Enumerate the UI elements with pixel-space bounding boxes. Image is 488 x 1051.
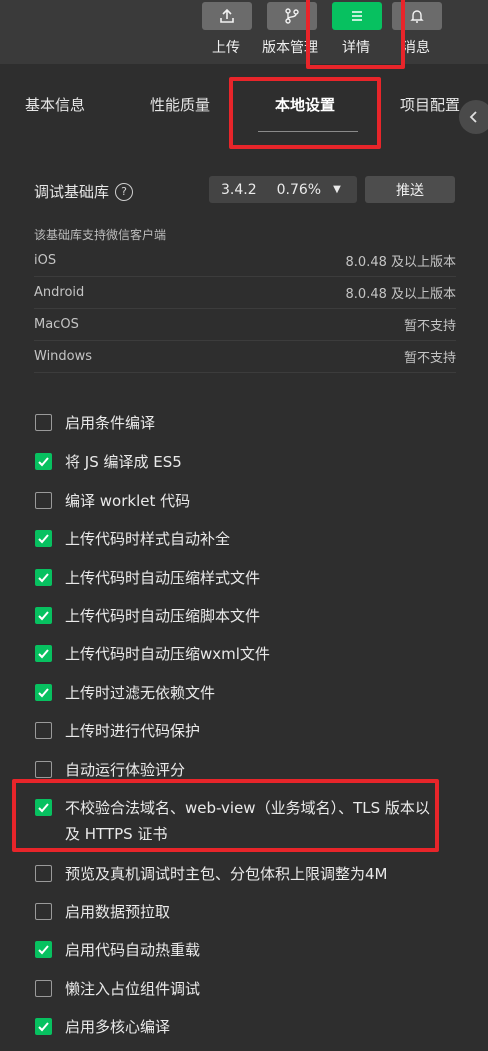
upload-label: 上传 (212, 40, 240, 56)
check-icon (38, 457, 49, 467)
support-value: 暂不支持 (403, 351, 456, 366)
highlight-details (306, 0, 405, 69)
support-row: Windows 暂不支持 (34, 341, 456, 373)
chevron-left-icon (469, 111, 477, 123)
support-platform: Windows (34, 349, 93, 364)
messages-label: 消息 (402, 40, 430, 56)
option-item[interactable]: 上传代码时样式自动补全 (35, 526, 435, 552)
support-platform: MacOS (34, 317, 79, 332)
option-label: 启用条件编译 (65, 414, 156, 432)
option-checkbox[interactable] (35, 645, 52, 662)
option-item[interactable]: 编译 worklet 代码 (35, 488, 435, 514)
bell-icon (410, 10, 424, 23)
highlight-local-settings (229, 77, 381, 149)
option-checkbox[interactable] (35, 761, 52, 778)
option-label: 编译 worklet 代码 (65, 492, 191, 510)
option-label: 上传时过滤无依赖文件 (65, 684, 216, 702)
option-checkbox[interactable] (35, 941, 52, 958)
support-platform: Android (34, 285, 85, 300)
option-label: 上传代码时自动压缩脚本文件 (65, 607, 261, 625)
version-value: 3.4.2 (221, 181, 257, 198)
branch-icon (285, 8, 299, 24)
option-item[interactable]: 启用条件编译 (35, 410, 435, 436)
top-toolbar: 上传 版本管理 详情 消息 (0, 0, 488, 64)
option-label: 懒注入占位组件调试 (65, 980, 201, 998)
option-label: 启用数据预拉取 (65, 903, 171, 921)
check-icon (38, 688, 49, 698)
tab-performance[interactable]: 性能质量 (150, 94, 210, 115)
highlight-domain-option (12, 779, 439, 852)
support-value: 8.0.48 及以上版本 (345, 287, 456, 302)
collapse-panel-button[interactable] (459, 100, 488, 134)
check-icon (38, 573, 49, 583)
option-label: 预览及真机调试时主包、分包体积上限调整为4M (65, 865, 388, 883)
baselib-version-select[interactable]: 3.4.2 0.76% ▼ (209, 176, 357, 203)
option-label: 上传代码时自动压缩样式文件 (65, 569, 261, 587)
version-percent: 0.76% (276, 181, 322, 198)
option-label: 将 JS 编译成 ES5 (65, 453, 182, 471)
option-label: 上传代码时自动压缩wxml文件 (65, 645, 270, 663)
check-icon (38, 945, 49, 955)
support-value: 暂不支持 (403, 319, 456, 334)
option-checkbox[interactable] (35, 453, 52, 470)
help-icon[interactable]: ? (115, 182, 134, 201)
baselib-label-text: 调试基础库 (34, 183, 110, 201)
option-item[interactable]: 上传时进行代码保护 (35, 718, 435, 744)
option-item[interactable]: 将 JS 编译成 ES5 (35, 449, 435, 475)
check-icon (38, 649, 49, 659)
support-value: 8.0.48 及以上版本 (345, 255, 456, 270)
option-checkbox[interactable] (35, 684, 52, 701)
support-row: iOS 8.0.48 及以上版本 (34, 245, 456, 277)
option-checkbox[interactable] (35, 414, 52, 431)
option-checkbox[interactable] (35, 903, 52, 920)
option-checkbox[interactable] (35, 722, 52, 739)
support-title: 该基础库支持微信客户端 (34, 228, 167, 242)
option-checkbox[interactable] (35, 865, 52, 882)
support-row: MacOS 暂不支持 (34, 309, 456, 341)
upload-icon (220, 8, 234, 23)
support-row: Android 8.0.48 及以上版本 (34, 277, 456, 309)
option-label: 启用代码自动热重载 (65, 941, 201, 959)
option-item[interactable]: 上传代码时自动压缩脚本文件 (35, 603, 435, 629)
option-item[interactable]: 上传代码时自动压缩wxml文件 (35, 641, 435, 667)
option-item[interactable]: 懒注入占位组件调试 (35, 976, 435, 1002)
tab-basic-info[interactable]: 基本信息 (25, 94, 85, 115)
option-item[interactable]: 上传时过滤无依赖文件 (35, 680, 435, 706)
option-checkbox[interactable] (35, 492, 52, 509)
option-checkbox[interactable] (35, 980, 52, 997)
option-checkbox[interactable] (35, 569, 52, 586)
support-platform: iOS (34, 253, 57, 268)
option-label: 上传时进行代码保护 (65, 722, 201, 740)
option-checkbox[interactable] (35, 1018, 52, 1035)
check-icon (38, 611, 49, 621)
option-checkbox[interactable] (35, 607, 52, 624)
option-item[interactable]: 预览及真机调试时主包、分包体积上限调整为4M (35, 861, 435, 887)
option-item[interactable]: 启用代码自动热重载 (35, 937, 435, 963)
option-label: 上传代码时样式自动补全 (65, 530, 231, 548)
upload-button[interactable] (202, 2, 252, 30)
check-icon (38, 534, 49, 544)
option-item[interactable]: 上传代码时自动压缩样式文件 (35, 565, 435, 591)
tab-project-config[interactable]: 项目配置 (400, 94, 460, 115)
option-item[interactable]: 启用数据预拉取 (35, 899, 435, 925)
option-checkbox[interactable] (35, 530, 52, 547)
push-button[interactable]: 推送 (365, 176, 455, 203)
debug-baselib-label: 调试基础库 ? (34, 181, 134, 202)
option-item[interactable]: 启用多核心编译 (35, 1014, 435, 1040)
check-icon (38, 1022, 49, 1032)
option-label: 启用多核心编译 (65, 1018, 171, 1036)
caret-down-icon: ▼ (333, 184, 341, 195)
